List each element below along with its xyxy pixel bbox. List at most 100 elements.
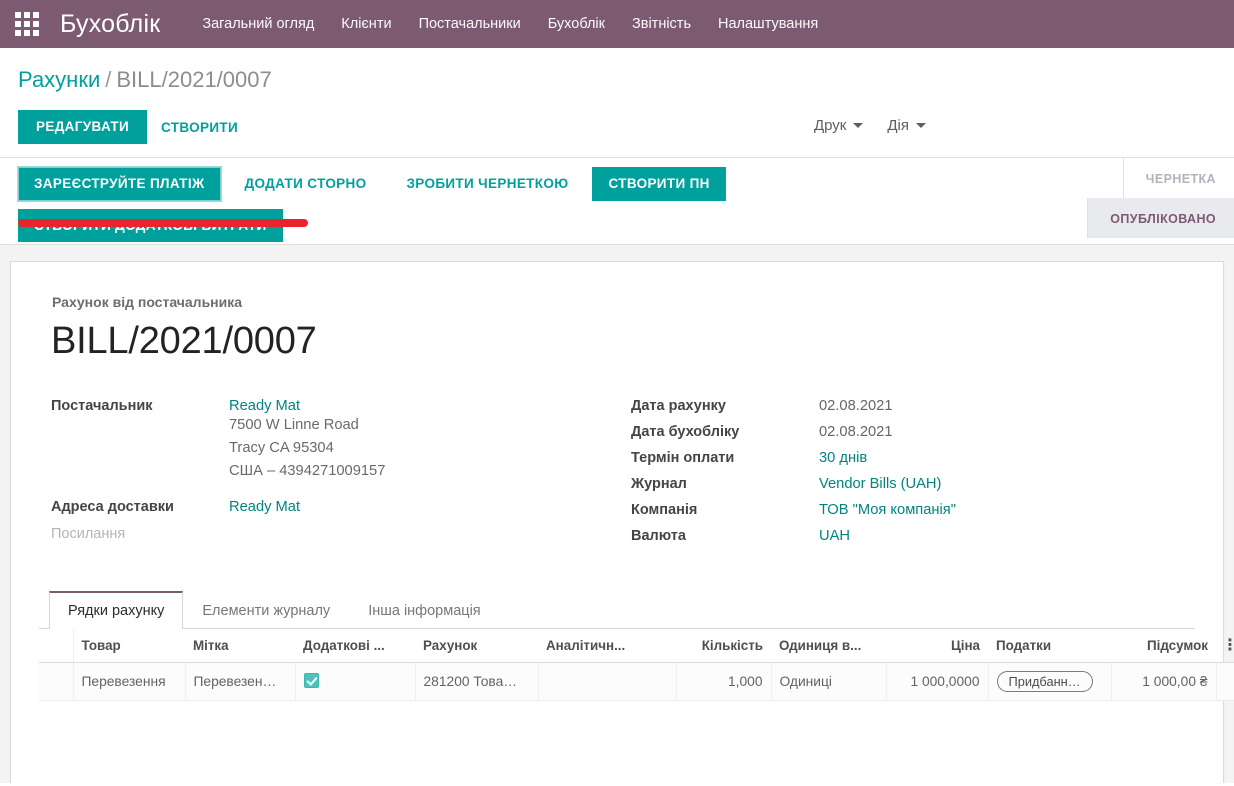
control-panel: Рахунки/BILL/2021/0007 РЕДАГУВАТИ СТВОРИ…	[0, 48, 1234, 145]
cell-label[interactable]: Перевезен…	[185, 663, 295, 701]
journal-link[interactable]: Vendor Bills (UAH)	[819, 476, 941, 492]
field-accounting-date-value[interactable]: 02.08.2021	[819, 423, 1179, 449]
notebook: Рядки рахунку Елементи журналу Інша інфо…	[39, 591, 1195, 701]
control-panel-dropdowns: Друк Дія	[806, 111, 934, 140]
main-menu: Загальний огляд Клієнти Постачальники Бу…	[202, 16, 818, 32]
field-journal-value: Vendor Bills (UAH)	[819, 475, 1179, 501]
cell-account[interactable]: 281200 Това…	[415, 663, 538, 701]
field-journal: Журнал Vendor Bills (UAH)	[619, 475, 1179, 501]
statusbar: ЗАРЕЄСТРУЙТЕ ПЛАТІЖ ДОДАТИ СТОРНО ЗРОБИТ…	[0, 157, 1234, 245]
field-company: Компанія ТОВ "Моя компанія"	[619, 501, 1179, 527]
column-analytic[interactable]: Аналітичн...	[538, 629, 676, 663]
status-pipeline: ЧЕРНЕТКА ОПУБЛІКОВАНО	[1087, 158, 1234, 238]
field-bill-date-value[interactable]: 02.08.2021	[819, 397, 1179, 423]
add-credit-note-button[interactable]: ДОДАТИ СТОРНО	[229, 167, 383, 201]
field-vendor-value: Ready Mat 7500 W Linne Road Tracy CA 953…	[229, 397, 619, 498]
status-row-draft: ЧЕРНЕТКА	[1123, 158, 1234, 198]
cell-uom[interactable]: Одиниці	[771, 663, 886, 701]
column-subtotal[interactable]: Підсумок	[1111, 629, 1216, 663]
document-sheet: Рахунок від постачальника BILL/2021/0007…	[10, 261, 1224, 783]
field-vendor-label: Постачальник	[39, 397, 229, 498]
cell-extra-costs[interactable]	[295, 663, 415, 701]
menu-item-customers[interactable]: Клієнти	[341, 16, 391, 32]
cell-taxes[interactable]: Придбанн…	[988, 663, 1111, 701]
table-header-row: Товар Мітка Додаткові ... Рахунок Аналіт…	[39, 629, 1234, 663]
field-accounting-date: Дата бухобліку 02.08.2021	[619, 423, 1179, 449]
column-account[interactable]: Рахунок	[415, 629, 538, 663]
optional-columns-button[interactable]: ⋮	[1216, 629, 1234, 663]
statusbar-action-buttons: ЗАРЕЄСТРУЙТЕ ПЛАТІЖ ДОДАТИ СТОРНО ЗРОБИТ…	[18, 167, 778, 250]
edit-button[interactable]: РЕДАГУВАТИ	[18, 110, 147, 144]
column-uom[interactable]: Одиниця в...	[771, 629, 886, 663]
field-company-value: ТОВ "Моя компанія"	[819, 501, 1179, 527]
vendor-address-country-vat: США – 4394271009157	[229, 460, 619, 483]
row-drag-handle[interactable]	[39, 663, 73, 701]
cell-analytic[interactable]	[538, 663, 676, 701]
tax-badge: Придбанн…	[997, 671, 1093, 692]
column-taxes[interactable]: Податки	[988, 629, 1111, 663]
document-subtitle: Рахунок від постачальника	[52, 294, 1195, 310]
status-row-posted: ОПУБЛІКОВАНО	[1087, 198, 1234, 238]
register-payment-button[interactable]: ЗАРЕЄСТРУЙТЕ ПЛАТІЖ	[18, 167, 221, 201]
delivery-address-link[interactable]: Ready Mat	[229, 499, 300, 515]
payment-terms-link[interactable]: 30 днів	[819, 450, 867, 466]
form-column-left: Постачальник Ready Mat 7500 W Linne Road…	[39, 397, 619, 553]
vendor-address-street: 7500 W Linne Road	[229, 414, 619, 437]
company-link[interactable]: ТОВ "Моя компанія"	[819, 502, 956, 518]
status-posted[interactable]: ОПУБЛІКОВАНО	[1087, 198, 1234, 238]
menu-item-vendors[interactable]: Постачальники	[419, 16, 521, 32]
top-navbar: Бухоблік Загальний огляд Клієнти Постача…	[0, 0, 1234, 48]
cell-subtotal[interactable]: 1 000,00 ₴	[1111, 663, 1216, 701]
cell-quantity[interactable]: 1,000	[676, 663, 771, 701]
checkbox-checked-icon[interactable]	[304, 673, 319, 688]
column-extra-costs[interactable]: Додаткові ...	[295, 629, 415, 663]
field-currency: Валюта UAH	[619, 527, 1179, 553]
breadcrumb-parent-link[interactable]: Рахунки	[18, 67, 100, 92]
menu-item-settings[interactable]: Налаштування	[718, 16, 818, 32]
cell-row-spacer	[1216, 663, 1234, 701]
field-accounting-date-label: Дата бухобліку	[619, 423, 819, 449]
menu-item-accounting[interactable]: Бухоблік	[548, 16, 605, 32]
field-reference-label: Посилання	[39, 525, 229, 553]
create-tax-invoice-button[interactable]: СТВОРИТИ ПН	[592, 167, 725, 201]
tab-journal-items[interactable]: Елементи журналу	[183, 591, 349, 629]
field-reference: Посилання	[39, 525, 619, 553]
tab-other-info[interactable]: Інша інформація	[349, 591, 499, 629]
table-row[interactable]: Перевезення Перевезен… 281200 Това… 1,00…	[39, 663, 1234, 701]
column-product[interactable]: Товар	[73, 629, 185, 663]
column-price[interactable]: Ціна	[886, 629, 988, 663]
menu-item-reporting[interactable]: Звітність	[632, 16, 691, 32]
menu-item-overview[interactable]: Загальний огляд	[202, 16, 314, 32]
action-dropdown-label: Дія	[887, 117, 909, 134]
field-payment-terms-label: Термін оплати	[619, 449, 819, 475]
chevron-down-icon	[853, 123, 863, 128]
form-column-right: Дата рахунку 02.08.2021 Дата бухобліку 0…	[619, 397, 1179, 553]
cell-price[interactable]: 1 000,0000	[886, 663, 988, 701]
field-delivery-address-label: Адреса доставки	[39, 498, 229, 526]
apps-grid-icon[interactable]	[14, 11, 40, 37]
breadcrumb-current: BILL/2021/0007	[116, 67, 271, 92]
invoice-lines-table: Товар Мітка Додаткові ... Рахунок Аналіт…	[39, 629, 1234, 701]
field-journal-label: Журнал	[619, 475, 819, 501]
create-button[interactable]: СТВОРИТИ	[147, 111, 252, 144]
column-label[interactable]: Мітка	[185, 629, 295, 663]
column-quantity[interactable]: Кількість	[676, 629, 771, 663]
cell-product[interactable]: Перевезення	[73, 663, 185, 701]
currency-link[interactable]: UAH	[819, 528, 850, 544]
status-draft[interactable]: ЧЕРНЕТКА	[1123, 158, 1234, 198]
field-bill-date: Дата рахунку 02.08.2021	[619, 397, 1179, 423]
reset-to-draft-button[interactable]: ЗРОБИТИ ЧЕРНЕТКОЮ	[390, 167, 584, 201]
field-delivery-address-value: Ready Mat	[229, 498, 619, 526]
chevron-down-icon	[916, 123, 926, 128]
field-reference-value[interactable]	[229, 525, 619, 553]
tab-invoice-lines[interactable]: Рядки рахунку	[49, 591, 183, 629]
print-dropdown-label: Друк	[814, 117, 846, 134]
notebook-tabs: Рядки рахунку Елементи журналу Інша інфо…	[39, 591, 1195, 629]
vendor-link[interactable]: Ready Mat	[229, 398, 300, 414]
print-dropdown[interactable]: Друк	[806, 111, 871, 140]
action-dropdown[interactable]: Дія	[879, 111, 934, 140]
breadcrumb-separator: /	[105, 67, 111, 92]
control-panel-buttons: РЕДАГУВАТИ СТВОРИТИ Друк Дія	[18, 109, 1234, 145]
field-delivery-address: Адреса доставки Ready Mat	[39, 498, 619, 526]
document-form: Постачальник Ready Mat 7500 W Linne Road…	[39, 397, 1195, 553]
